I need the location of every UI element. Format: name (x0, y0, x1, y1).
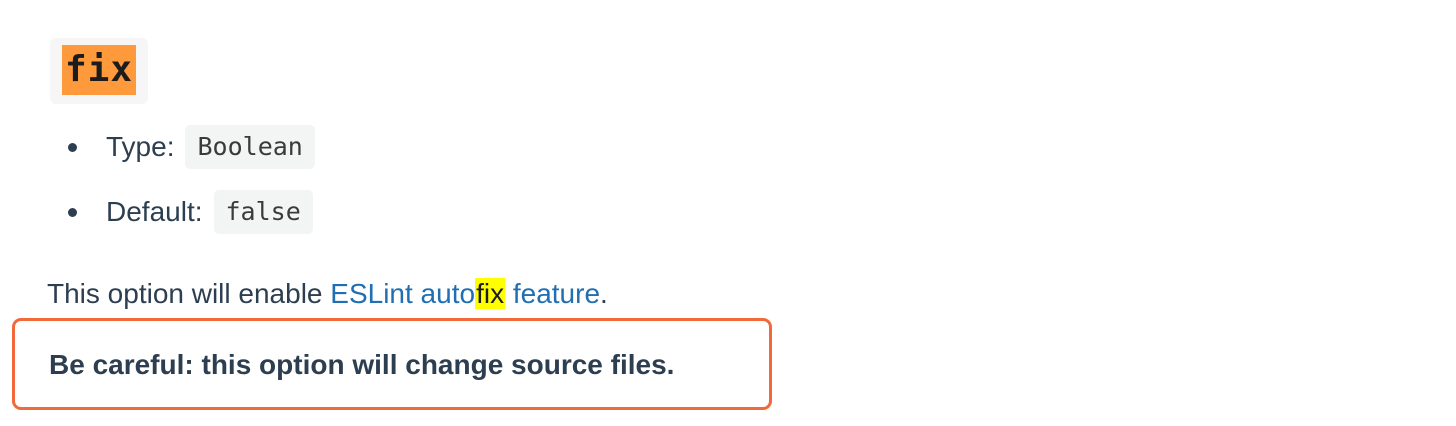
type-value: Boolean (185, 125, 315, 169)
warning-callout: Be careful: this option will change sour… (12, 318, 772, 410)
option-description: This option will enable ESLint autofix f… (47, 274, 608, 314)
bullet-icon (68, 142, 77, 152)
search-highlight: fix (475, 278, 506, 309)
list-item-default: Default: false (68, 190, 313, 234)
default-label: Default: (106, 196, 203, 227)
bullet-icon (68, 207, 77, 217)
link-text-after: feature (505, 278, 601, 309)
description-prefix: This option will enable (47, 278, 331, 309)
default-value: false (213, 190, 313, 234)
description-suffix: . (600, 278, 608, 309)
list-item-type: Type: Boolean (68, 125, 315, 169)
type-label: Type: (106, 131, 175, 162)
link-text-before: ESLint auto (330, 278, 476, 309)
eslint-autofix-link[interactable]: ESLint autofix feature (330, 278, 600, 309)
option-heading: fix (62, 45, 137, 95)
warning-text: Be careful: this option will change sour… (49, 349, 675, 380)
